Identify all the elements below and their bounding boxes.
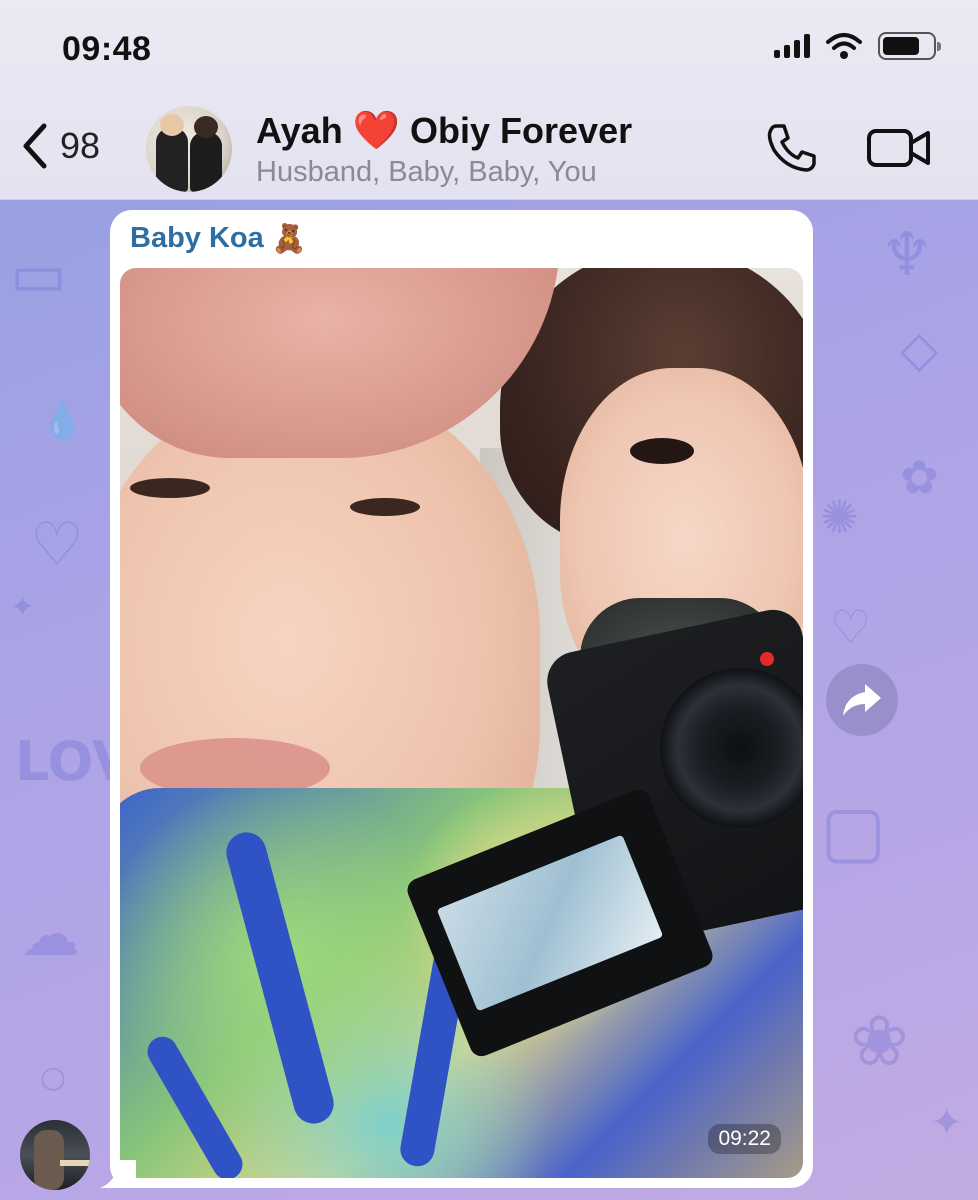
chat-header: 09:48 98 Ayah ❤️ Obiy Forever Husband, B… (0, 0, 978, 200)
video-camera-icon (867, 129, 930, 167)
status-icons (774, 32, 941, 60)
message-bubble[interactable]: Baby Koa 🧸 09:22 (110, 210, 813, 1188)
sender-name-text: Baby Koa (130, 222, 264, 254)
call-button[interactable] (766, 122, 818, 179)
battery-icon (878, 32, 941, 60)
forward-button[interactable] (826, 664, 898, 736)
forward-arrow-icon (843, 684, 881, 716)
back-chevron-icon (23, 123, 47, 169)
status-time: 09:48 (62, 30, 152, 68)
sender-avatar[interactable] (20, 1120, 90, 1190)
chat-members: Husband, Baby, Baby, You (256, 156, 597, 188)
sun-doodle-icon: ✺ (820, 490, 859, 544)
diamond-doodle-icon: ◇ (900, 320, 939, 378)
video-call-button[interactable] (866, 126, 932, 175)
chest-doodle-icon: ▭ (10, 240, 67, 310)
wifi-icon (826, 33, 862, 59)
message-time: 09:22 (708, 1124, 781, 1154)
chat-title-part1: Ayah (256, 110, 343, 151)
sparkle-doodle-icon: ✦ (10, 590, 36, 625)
sender-name[interactable]: Baby Koa 🧸 (130, 222, 307, 255)
flower-doodle-icon: ❀ (850, 1000, 909, 1082)
chat-title-part2: Obiy Forever (410, 110, 633, 151)
teddy-bear-icon: 🧸 (271, 223, 307, 254)
balloon-doodle-icon: ♡ (30, 510, 84, 580)
back-button[interactable]: 98 (20, 122, 100, 170)
message-photo[interactable]: 09:22 (120, 268, 803, 1178)
cherry-doodle-icon: ✿ (900, 450, 939, 504)
unread-count: 98 (60, 125, 101, 166)
cloud-doodle-icon: ☁ (20, 900, 80, 970)
drop-doodle-icon: 💧 (40, 401, 85, 442)
heart-card-doodle-icon: ♡ (830, 600, 872, 654)
glass-doodle-icon: ♆ (880, 220, 934, 290)
cellular-signal-icon (774, 34, 810, 58)
group-avatar[interactable] (146, 106, 232, 192)
heart-icon: ❤️ (352, 110, 401, 152)
circle-doodle-icon: ○ (40, 1060, 67, 1095)
sparkle-doodle-icon: ✦ (930, 1100, 964, 1146)
gift-doodle-icon: ▢ (820, 790, 887, 872)
phone-icon (767, 124, 816, 172)
bubble-tail (100, 1160, 136, 1188)
chat-title[interactable]: Ayah ❤️ Obiy Forever (256, 110, 632, 152)
